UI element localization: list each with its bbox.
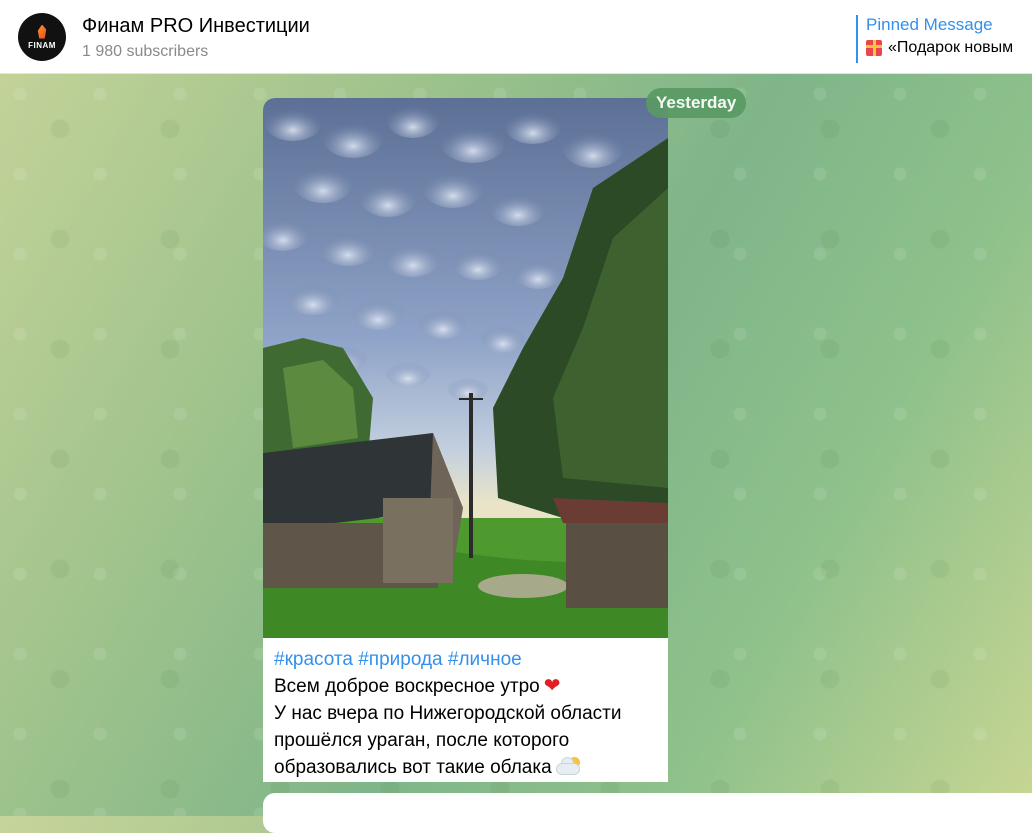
caption-text: образовались вот такие облака	[274, 757, 552, 778]
pinned-message-text: «Подарок новым	[866, 39, 1032, 57]
chat-header: FINAM Финам PRO Инвестиции 1 980 subscri…	[0, 0, 1032, 74]
post-caption: #красота #природа #личное Всем доброе во…	[263, 638, 668, 781]
subscriber-count: 1 980 subscribers	[82, 43, 209, 60]
channel-title[interactable]: Финам PRO Инвестиции	[82, 15, 310, 38]
date-badge: Yesterday	[646, 88, 747, 118]
avatar-logo-text: FINAM	[28, 40, 56, 50]
heart-icon: ❤	[543, 675, 561, 697]
hashtag-link[interactable]: #природа	[358, 649, 442, 670]
bottom-panel[interactable]	[263, 793, 1032, 833]
channel-post: #красота #природа #личное Всем доброе во…	[263, 98, 668, 782]
channel-avatar[interactable]: FINAM	[18, 13, 66, 61]
pinned-message-label: Pinned Message	[866, 15, 993, 34]
cloud-sun-icon	[555, 757, 582, 775]
pinned-message-preview: «Подарок новым	[888, 39, 1014, 56]
caption-line: образовались вот такие облака	[274, 754, 658, 781]
hashtag-link[interactable]: #личное	[448, 649, 522, 670]
caption-line: прошёлся ураган, после которого	[274, 730, 570, 751]
hashtag-link[interactable]: #красота	[274, 649, 353, 670]
caption-line: У нас вчера по Нижегородской области	[274, 703, 622, 724]
hashtag-line: #красота #природа #личное	[274, 646, 658, 673]
finam-flame-icon	[37, 24, 47, 39]
pinned-message[interactable]: Pinned Message «Подарок новым	[856, 15, 1032, 63]
gift-icon	[866, 40, 882, 56]
caption-text: Всем доброе воскресное утро	[274, 676, 540, 697]
post-photo[interactable]	[263, 98, 668, 638]
caption-line: Всем доброе воскресное утро ❤	[274, 673, 658, 700]
